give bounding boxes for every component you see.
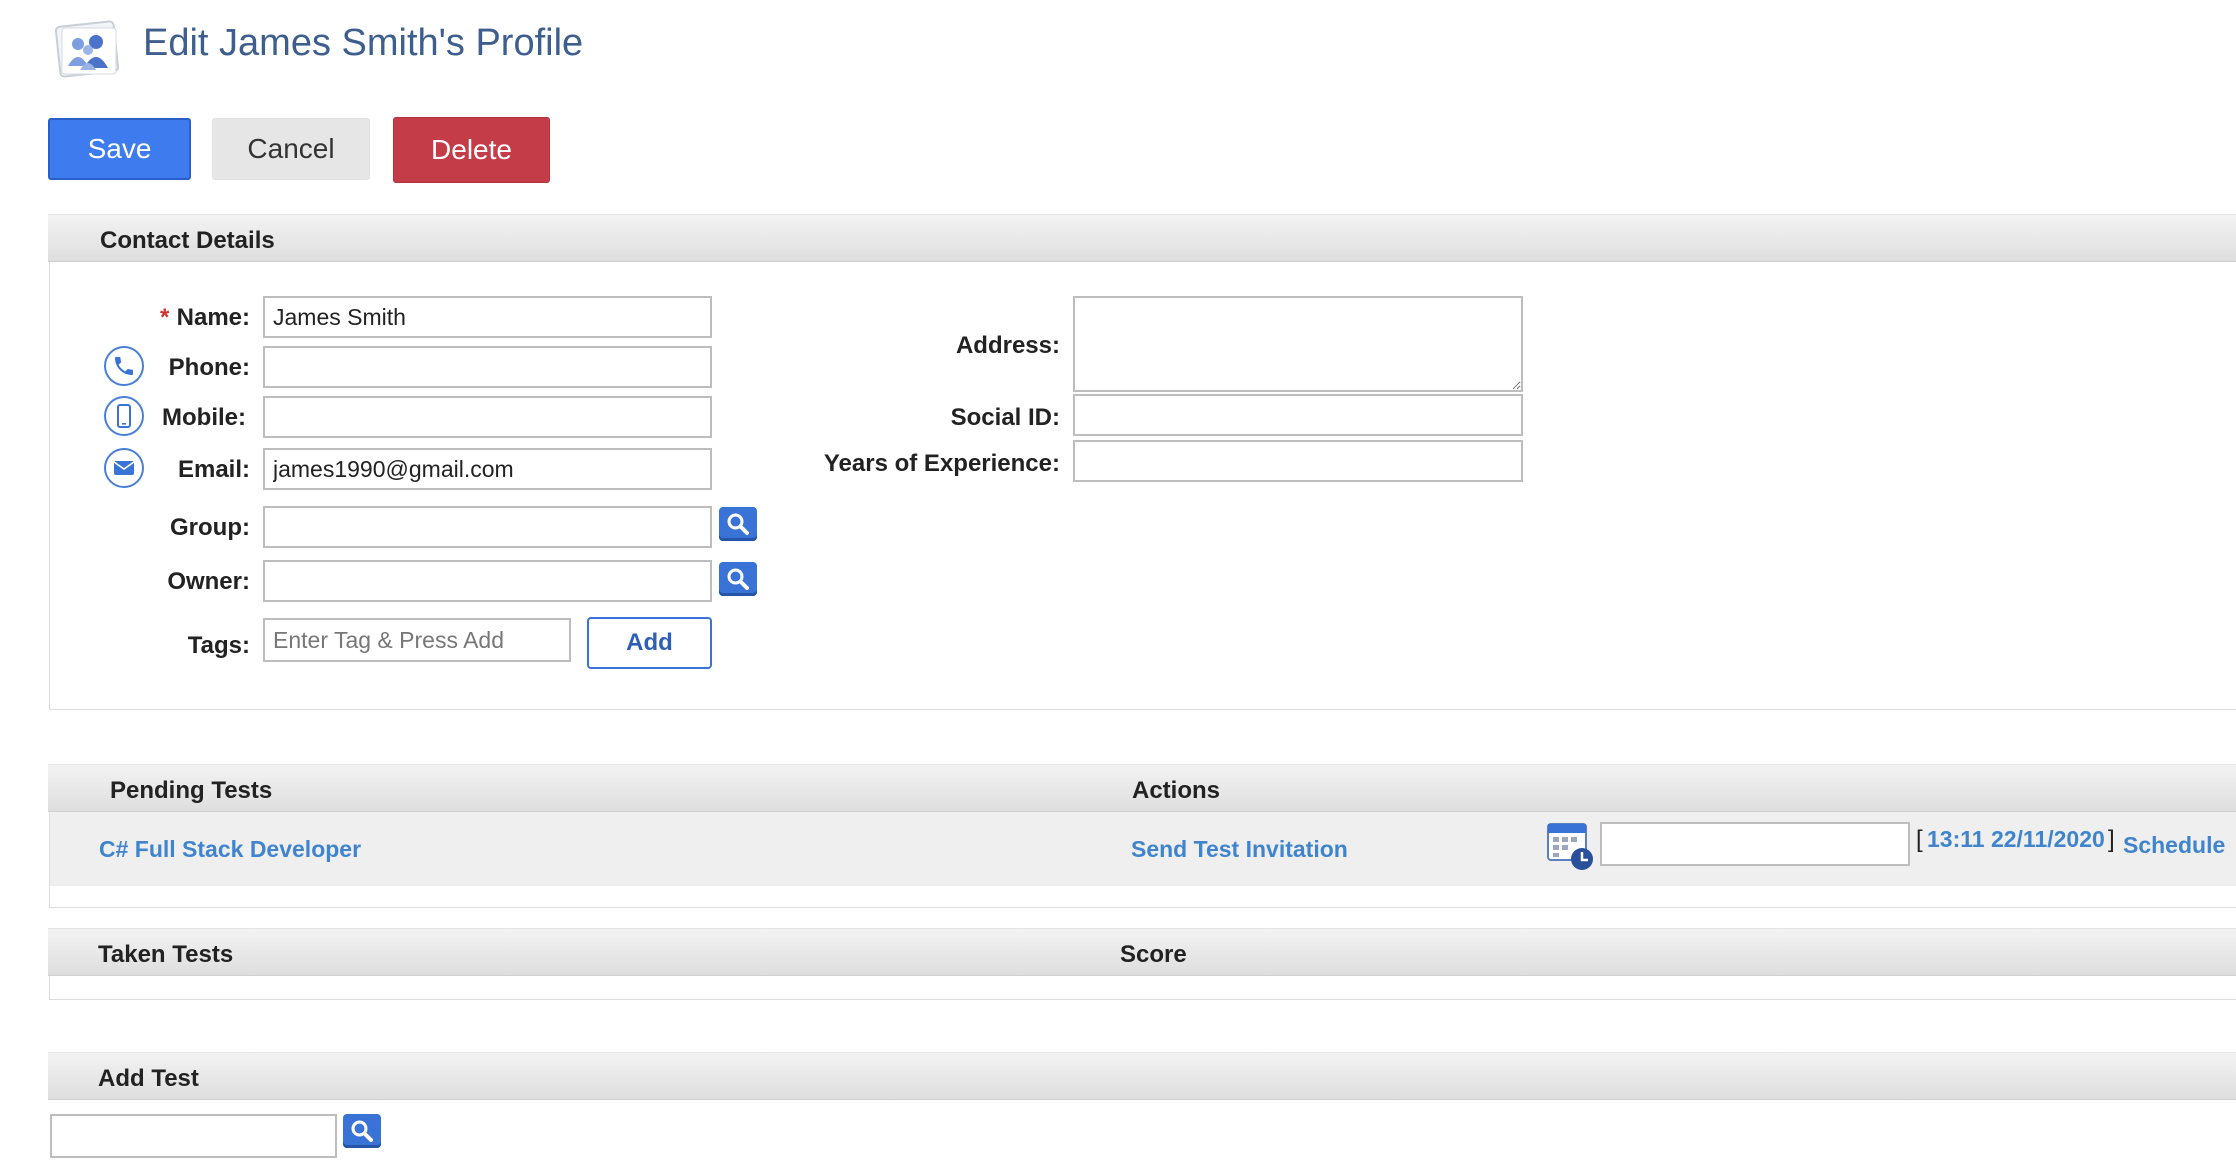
phone-input[interactable] (263, 346, 712, 388)
page-title: Edit James Smith's Profile (143, 22, 584, 64)
taken-tests-body (49, 976, 2236, 1000)
add-test-header: Add Test (48, 1052, 2236, 1100)
score-column-header: Score (1120, 941, 1187, 968)
search-icon (727, 513, 749, 535)
calendar-clock-icon[interactable] (1545, 818, 1597, 872)
phone-label: Phone: (168, 354, 250, 381)
owner-label: Owner: (167, 568, 250, 595)
name-input[interactable] (263, 296, 712, 338)
social-id-input[interactable] (1073, 394, 1523, 436)
email-input[interactable] (263, 448, 712, 490)
actions-column-header: Actions (1132, 777, 1221, 804)
group-search-button[interactable] (719, 507, 757, 541)
pending-tests-body: C# Full Stack Developer Send Test Invita… (49, 812, 2236, 908)
table-row: C# Full Stack Developer Send Test Invita… (50, 812, 2236, 886)
add-test-search-button[interactable] (343, 1114, 381, 1148)
experience-label: Years of Experience: (823, 450, 1060, 477)
contact-details-header: Contact Details (48, 214, 2236, 262)
pending-tests-header: Pending Tests Actions (48, 764, 2236, 812)
save-button[interactable]: Save (48, 118, 191, 180)
address-label: Address: (955, 332, 1060, 359)
mobile-label: Mobile: (162, 404, 246, 431)
page-header: Edit James Smith's Profile (0, 0, 2236, 110)
experience-input[interactable] (1073, 440, 1523, 482)
add-test-title: Add Test (98, 1065, 199, 1092)
taken-tests-header: Taken Tests Score (48, 928, 2236, 976)
social-id-label: Social ID: (950, 404, 1060, 431)
add-tag-button[interactable]: Add (587, 617, 712, 669)
cancel-button[interactable]: Cancel (212, 118, 370, 180)
schedule-datetime-text: 13:11 22/11/2020 (1927, 826, 2105, 852)
search-icon (727, 568, 749, 590)
profile-users-icon (52, 18, 124, 82)
group-label: Group: (170, 514, 250, 541)
bracket-open: [ (1916, 826, 1923, 853)
group-input[interactable] (263, 506, 712, 548)
pending-test-name-link[interactable]: C# Full Stack Developer (99, 836, 361, 863)
phone-icon (104, 346, 144, 386)
bracket-close: ] (2108, 826, 2115, 853)
add-test-input[interactable] (50, 1114, 337, 1158)
schedule-datetime-input[interactable] (1600, 822, 1910, 866)
mobile-input[interactable] (263, 396, 712, 438)
delete-button[interactable]: Delete (393, 117, 550, 183)
owner-input[interactable] (263, 560, 712, 602)
taken-tests-column-header: Taken Tests (98, 941, 234, 968)
pending-tests-column-header: Pending Tests (110, 777, 273, 804)
contact-details-body: * Name: Phone: Mobile: Email: Group: Own… (49, 262, 2236, 710)
name-label: Name: (176, 304, 250, 331)
required-marker: * (160, 304, 170, 331)
send-test-invitation-link[interactable]: Send Test Invitation (1131, 836, 1348, 863)
tags-label: Tags: (187, 632, 250, 659)
address-textarea[interactable] (1073, 296, 1523, 392)
schedule-link[interactable]: Schedule (2123, 832, 2225, 859)
email-label: Email: (177, 456, 250, 483)
contact-details-title: Contact Details (100, 227, 275, 254)
envelope-icon (104, 448, 144, 488)
owner-search-button[interactable] (719, 562, 757, 596)
mobile-icon (104, 396, 144, 436)
search-icon (351, 1120, 373, 1142)
tags-input[interactable] (263, 618, 571, 662)
